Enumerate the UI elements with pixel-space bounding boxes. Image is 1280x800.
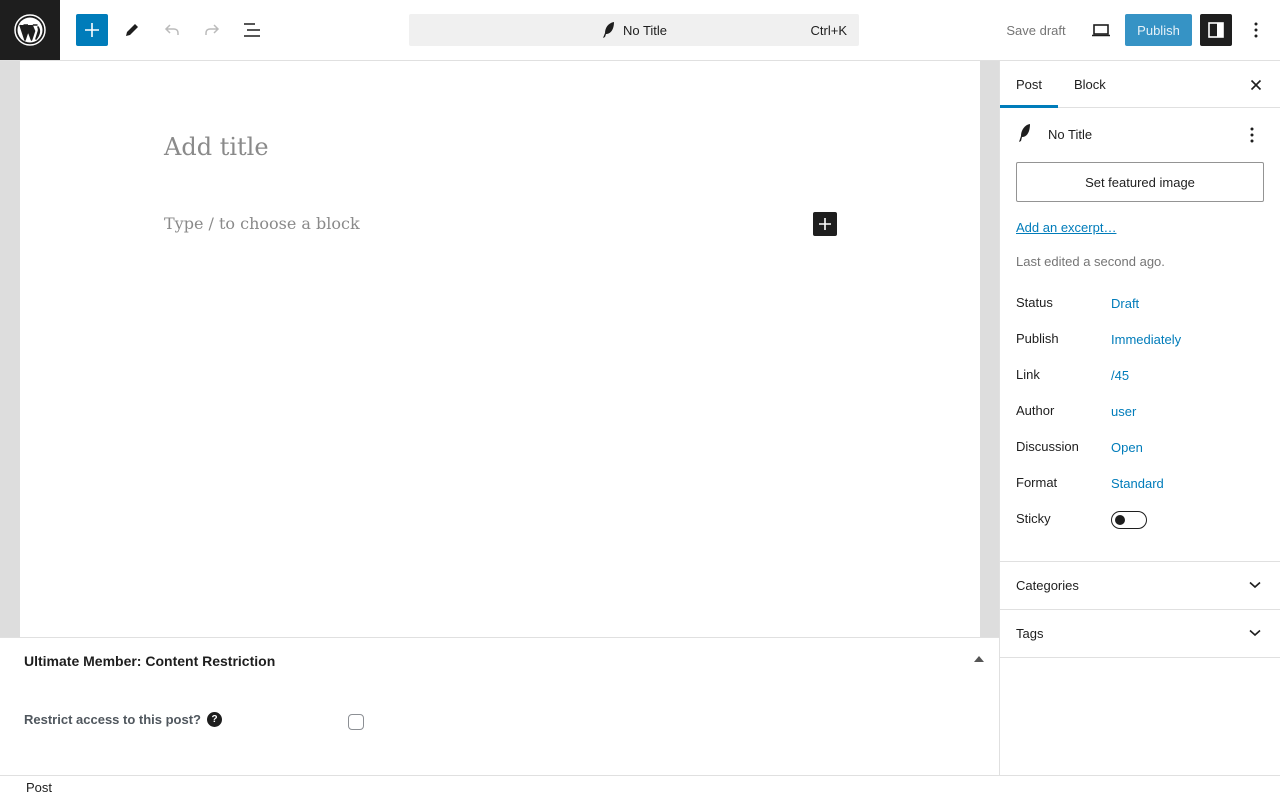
link-label: Link (1016, 367, 1040, 382)
pencil-icon (126, 24, 138, 36)
command-bar-title: No Title (409, 14, 859, 46)
options-menu-button[interactable] (1240, 14, 1272, 46)
wordpress-logo-icon (14, 14, 46, 46)
preview-button[interactable] (1085, 14, 1117, 46)
undo-button[interactable] (156, 14, 188, 46)
publish-label: Publish (1016, 331, 1059, 346)
more-vertical-icon (1250, 127, 1254, 143)
chevron-down-icon (1246, 576, 1264, 594)
settings-sidebar-toggle[interactable] (1200, 14, 1232, 46)
help-icon[interactable]: ? (207, 712, 222, 727)
metabox-collapse-icon[interactable] (974, 656, 984, 662)
publish-date-button[interactable]: Immediately (1111, 332, 1181, 347)
permalink-button[interactable]: /45 (1111, 368, 1129, 383)
list-view-icon (244, 23, 260, 37)
sidebar-tabs: Post Block (1000, 61, 1280, 108)
chevron-down-icon (1246, 624, 1264, 642)
document-overview-button[interactable] (236, 14, 268, 46)
author-label: Author (1016, 403, 1055, 418)
desktop-icon (1092, 24, 1110, 37)
post-title-input[interactable]: Add title (164, 133, 269, 161)
sticky-toggle[interactable] (1111, 511, 1147, 529)
default-block-appender[interactable]: Type / to choose a block (164, 214, 360, 233)
block-breadcrumb-bar: Post (0, 775, 1280, 800)
tags-panel[interactable]: Tags (1000, 609, 1280, 657)
breadcrumb-post[interactable]: Post (26, 780, 52, 795)
discussion-button[interactable]: Open (1111, 440, 1143, 455)
undo-icon (164, 24, 179, 35)
author-button[interactable]: user (1111, 404, 1136, 419)
metabox-title: Ultimate Member: Content Restriction (24, 653, 276, 669)
plus-icon (85, 23, 99, 37)
sidebar-icon (1208, 22, 1224, 38)
tab-post[interactable]: Post (1000, 61, 1058, 108)
panel-divider (1000, 657, 1280, 658)
content-restriction-metabox: Ultimate Member: Content Restriction Res… (0, 637, 999, 775)
wordpress-logo-button[interactable] (0, 0, 60, 60)
post-feather-icon (602, 22, 614, 38)
document-title: No Title (622, 22, 668, 38)
author-row: Author user (1016, 399, 1266, 423)
more-vertical-icon (1254, 22, 1258, 38)
status-row: Status Draft (1016, 291, 1266, 315)
post-feather-icon (1017, 123, 1033, 146)
publish-row: Publish Immediately (1016, 327, 1266, 351)
close-sidebar-button[interactable] (1244, 73, 1268, 97)
publish-button[interactable]: Publish (1125, 14, 1192, 46)
status-label: Status (1016, 295, 1053, 310)
settings-sidebar: Post Block No Title Set featured image A… (999, 61, 1280, 775)
redo-button[interactable] (196, 14, 228, 46)
last-edited-text: Last edited a second ago. (1016, 254, 1165, 269)
format-label: Format (1016, 475, 1058, 490)
tags-panel-title: Tags (1016, 626, 1044, 641)
command-palette-bar[interactable]: No Title Ctrl+K (409, 14, 859, 46)
close-icon (1250, 79, 1262, 91)
plus-icon (819, 218, 831, 230)
tools-button[interactable] (116, 14, 148, 46)
restrict-access-checkbox[interactable] (348, 714, 364, 730)
link-row: Link /45 (1016, 363, 1266, 387)
categories-panel-title: Categories (1016, 578, 1079, 593)
discussion-label: Discussion (1016, 439, 1079, 454)
editor-canvas-area: Add title Type / to choose a block (0, 61, 999, 637)
tab-block[interactable]: Block (1058, 61, 1122, 108)
categories-panel[interactable]: Categories (1000, 561, 1280, 609)
block-inserter-button[interactable] (76, 14, 108, 46)
format-button[interactable]: Standard (1111, 476, 1164, 491)
format-row: Format Standard (1016, 471, 1266, 495)
post-card-title: No Title (1048, 127, 1093, 142)
save-draft-button[interactable]: Save draft (998, 14, 1074, 46)
editor-header: No Title Ctrl+K Save draft Publish (0, 0, 1280, 61)
set-featured-image-button[interactable]: Set featured image (1016, 162, 1264, 202)
sticky-label: Sticky (1016, 511, 1051, 526)
restrict-access-label: Restrict access to this post? (24, 712, 201, 727)
post-actions-menu-button[interactable] (1240, 123, 1264, 147)
sticky-row: Sticky (1016, 507, 1266, 531)
shortcut-hint: Ctrl+K (810, 23, 847, 38)
redo-icon (205, 24, 220, 35)
status-value-button[interactable]: Draft (1111, 296, 1139, 311)
add-excerpt-link[interactable]: Add an excerpt… (1016, 220, 1116, 235)
editor-canvas: Add title Type / to choose a block (20, 61, 980, 637)
add-block-button[interactable] (813, 212, 837, 236)
discussion-row: Discussion Open (1016, 435, 1266, 459)
